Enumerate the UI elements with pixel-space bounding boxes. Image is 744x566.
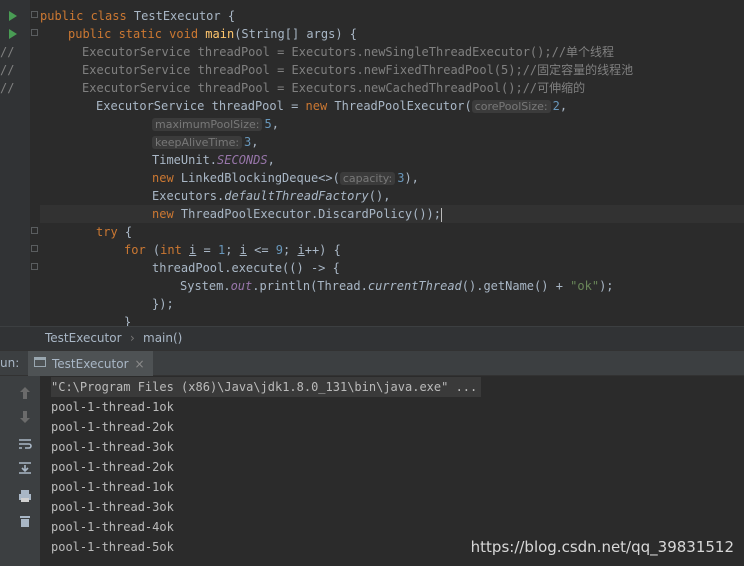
rerun-icon[interactable]: [16, 385, 34, 401]
code-token: ,: [267, 153, 275, 167]
code-token: threadPool.execute(() -> {: [152, 261, 340, 275]
code-token: maximumPoolSize:: [152, 118, 263, 131]
code-token: ExecutorService threadPool = Executors.n…: [82, 63, 634, 77]
soft-wrap-icon[interactable]: [16, 436, 34, 452]
code-token: 5: [264, 117, 272, 131]
code-token: ++) {: [304, 243, 341, 257]
code-token: 9: [275, 243, 284, 257]
code-token: public static void: [68, 27, 206, 41]
text-caret: [441, 207, 442, 222]
breadcrumb: TestExecutor › main(): [0, 326, 744, 350]
fold-marker-icon[interactable]: [31, 29, 38, 36]
code-token: <=: [246, 243, 276, 257]
console-line: pool-1-thread-3ok: [51, 440, 174, 454]
code-token: for: [124, 243, 153, 257]
close-icon[interactable]: ×: [135, 357, 145, 371]
code-token: .println(Thread.: [252, 279, 368, 293]
code-token: ExecutorService threadPool = Executors.n…: [82, 45, 615, 59]
code-token: new: [152, 207, 181, 221]
fold-marker-icon[interactable]: [31, 11, 38, 18]
code-token: ThreadPoolExecutor.DiscardPolicy());: [180, 207, 441, 221]
code-token: try: [96, 225, 125, 239]
code-token: main: [205, 27, 235, 41]
code-token: });: [152, 297, 174, 311]
code-token: ;: [225, 243, 240, 257]
code-token: 2: [552, 99, 560, 113]
run-gutter-icon[interactable]: [9, 11, 17, 21]
code-token: out: [230, 279, 253, 293]
code-token: i: [297, 243, 305, 257]
code-token: i: [239, 243, 247, 257]
console-line: pool-1-thread-2ok: [51, 460, 174, 474]
console-line: pool-1-thread-1ok: [51, 480, 174, 494]
code-token: capacity:: [339, 172, 396, 185]
code-token: {: [124, 225, 133, 239]
code-token: }: [124, 315, 132, 326]
clear-all-icon[interactable]: [16, 513, 34, 529]
code-token: (),: [368, 189, 391, 203]
code-editor[interactable]: public class TestExecutor { public static…: [0, 0, 744, 326]
breadcrumb-separator: ›: [130, 331, 135, 345]
code-token: );: [599, 279, 614, 293]
breadcrumb-class[interactable]: TestExecutor: [45, 331, 122, 345]
code-token: ,: [559, 99, 568, 113]
code-token: Executors.: [152, 189, 225, 203]
fold-marker-icon[interactable]: [31, 245, 38, 252]
stop-icon[interactable]: [16, 409, 34, 425]
code-token: "ok": [570, 279, 600, 293]
code-token: SECONDS: [217, 153, 268, 167]
code-token: corePoolSize:: [471, 100, 551, 113]
code-token: new: [152, 171, 181, 185]
code-token: defaultThreadFactory: [224, 189, 369, 203]
code-token: TimeUnit.: [152, 153, 218, 167]
scroll-to-end-icon[interactable]: [16, 460, 34, 476]
comment-prefix: //: [0, 63, 15, 77]
console-command-line: "C:\Program Files (x86)\Java\jdk1.8.0_13…: [51, 377, 482, 397]
fold-marker-icon[interactable]: [31, 227, 38, 234]
run-gutter-icon[interactable]: [9, 29, 17, 39]
console-tab-icon: [34, 356, 46, 371]
code-token: ThreadPoolExecutor(: [334, 99, 472, 113]
run-tool-window-header: un: TestExecutor ×: [0, 350, 744, 376]
code-token: ,: [271, 117, 279, 131]
code-token: ExecutorService threadPool = Executors.n…: [82, 81, 586, 95]
console-toolbar: [0, 376, 40, 566]
code-token: new: [305, 99, 335, 113]
code-token: keepAliveTime:: [152, 136, 243, 149]
run-label: un:: [0, 356, 20, 370]
code-token: TestExecutor {: [133, 9, 236, 23]
code-token: ().getName() +: [461, 279, 571, 293]
code-token: ;: [283, 243, 298, 257]
console-line: pool-1-thread-5ok: [51, 540, 174, 554]
tab-test-executor[interactable]: TestExecutor ×: [28, 351, 153, 376]
code-token: ExecutorService threadPool =: [96, 99, 306, 113]
fold-marker-icon[interactable]: [31, 263, 38, 270]
comment-prefix: //: [0, 81, 15, 95]
code-token: int: [160, 243, 190, 257]
breadcrumb-method[interactable]: main(): [143, 331, 182, 345]
code-token: LinkedBlockingDeque<>(: [180, 171, 340, 185]
code-token: =: [196, 243, 218, 257]
console-line: pool-1-thread-1ok: [51, 400, 174, 414]
code-token: (String[] args) {: [234, 27, 358, 41]
code-token: public class: [40, 9, 134, 23]
console-line: pool-1-thread-3ok: [51, 500, 174, 514]
tab-title: TestExecutor: [52, 356, 129, 371]
code-token: ,: [251, 135, 259, 149]
comment-prefix: //: [0, 45, 15, 59]
code-token: ),: [404, 171, 419, 185]
code-token: currentThread: [367, 279, 462, 293]
code-token: System.: [180, 279, 231, 293]
console-line: pool-1-thread-2ok: [51, 420, 174, 434]
code-area[interactable]: public class TestExecutor { public static…: [0, 0, 744, 326]
watermark: https://blog.csdn.net/qq_39831512: [470, 538, 734, 556]
console-line: pool-1-thread-4ok: [51, 520, 174, 534]
print-icon[interactable]: [16, 488, 34, 504]
